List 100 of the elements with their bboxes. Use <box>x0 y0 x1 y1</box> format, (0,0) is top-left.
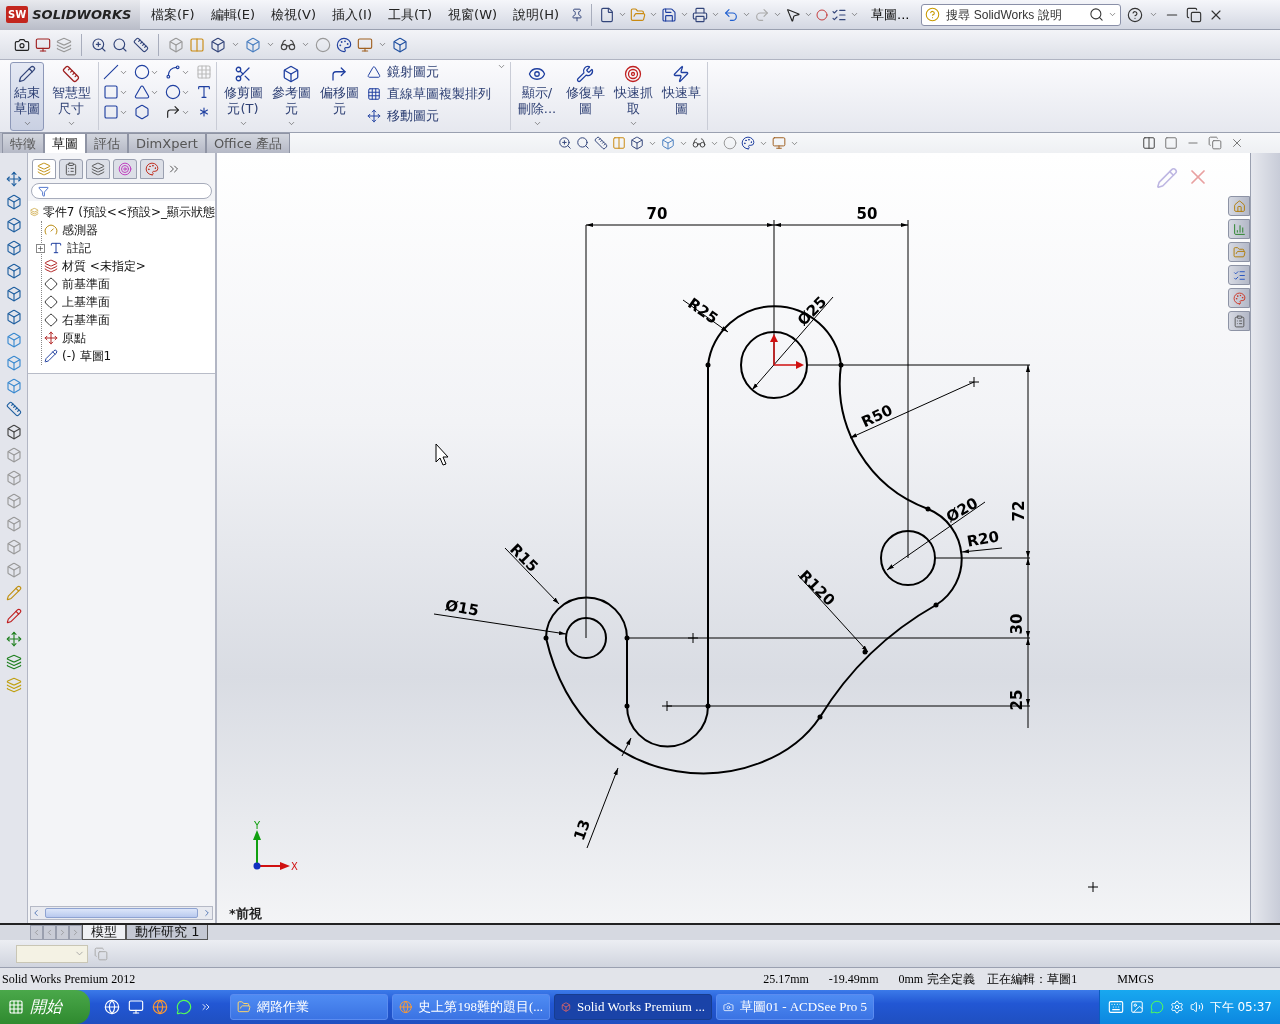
dimension-label[interactable]: R50 <box>858 401 896 431</box>
dimension-label[interactable]: 70 <box>646 205 668 223</box>
ribbon-command[interactable]: 鏡射圖元 <box>365 62 493 82</box>
camera-icon[interactable] <box>14 36 30 53</box>
view-settings-icon[interactable] <box>357 36 373 53</box>
offset-icon[interactable] <box>330 65 348 83</box>
caret-icon[interactable] <box>742 10 752 19</box>
redo-icon[interactable] <box>754 6 771 23</box>
glasses-icon[interactable] <box>692 136 706 150</box>
fillet-icon[interactable] <box>165 104 181 120</box>
zoom-area-icon[interactable] <box>112 36 128 53</box>
dimension-icon[interactable] <box>62 65 80 83</box>
menu-item[interactable]: 檢視(V) <box>266 3 322 26</box>
view-settings-icon[interactable] <box>772 136 786 150</box>
configuration-tab[interactable] <box>86 159 110 179</box>
caret-icon[interactable] <box>301 40 310 49</box>
dimension-label[interactable]: 72 <box>1010 500 1028 522</box>
tray-icon[interactable] <box>1169 1000 1184 1014</box>
more-icon[interactable] <box>200 1001 212 1013</box>
split-view-icon[interactable] <box>1142 136 1156 150</box>
taskbar-button[interactable]: 史上第198難的題目(... <box>392 994 550 1020</box>
print-icon[interactable] <box>692 6 709 23</box>
taskbar-button[interactable]: 網路作業 <box>230 994 388 1020</box>
volume-icon[interactable] <box>1189 1000 1204 1014</box>
undo-icon[interactable] <box>723 6 740 23</box>
tree-item[interactable]: 上基準面 <box>62 293 110 311</box>
tray-icon[interactable] <box>1129 1000 1144 1014</box>
ellipse-icon[interactable] <box>165 84 181 100</box>
browser-icon[interactable] <box>152 999 168 1015</box>
caret-icon[interactable] <box>1149 10 1159 19</box>
ribbon-button[interactable]: 偏移圖元 <box>317 62 361 120</box>
mirror-icon[interactable] <box>367 65 381 79</box>
ribbon-button[interactable]: 修剪圖元(T) <box>221 62 265 131</box>
display-style-icon[interactable] <box>245 36 261 53</box>
search-field[interactable]: 搜尋 SolidWorks 說明 <box>944 6 1086 23</box>
spline-icon[interactable] <box>165 64 181 80</box>
chat-icon[interactable] <box>1149 1000 1164 1014</box>
taskbar-button[interactable]: Solid Works Premium ... <box>554 994 712 1020</box>
caret-icon[interactable] <box>850 10 860 19</box>
help-icon[interactable] <box>1127 6 1144 23</box>
taskbar-button[interactable]: 草圖01 - ACDSee Pro 5 <box>716 994 874 1020</box>
tree-item[interactable]: 材質 <未指定> <box>62 257 146 275</box>
menu-item[interactable]: 說明(H) <box>508 3 565 26</box>
ribbon-command[interactable]: 直線草圖複製排列 <box>365 84 493 104</box>
view-cube-icon[interactable] <box>5 217 22 233</box>
filter-field[interactable] <box>31 183 212 199</box>
ribbon-button[interactable]: 智慧型尺寸 <box>48 62 94 131</box>
expand-icon[interactable] <box>167 162 181 176</box>
zoom-icon[interactable] <box>91 36 107 53</box>
caret-icon[interactable] <box>649 10 659 19</box>
caret-icon[interactable] <box>497 62 506 71</box>
cube-icon[interactable] <box>392 36 408 53</box>
menu-item[interactable]: 編輯(E) <box>205 3 260 26</box>
caret-icon[interactable] <box>238 119 248 128</box>
section-view-icon[interactable] <box>168 36 184 53</box>
menu-item[interactable]: 檔案(F) <box>146 3 200 26</box>
dimension-label[interactable]: 25 <box>1008 689 1026 711</box>
snap-icon[interactable] <box>624 65 642 83</box>
command-tab[interactable]: DimXpert <box>128 133 206 153</box>
tree-item[interactable]: 原點 <box>62 329 86 347</box>
dimension-label[interactable]: 50 <box>856 205 878 223</box>
caret-icon[interactable] <box>618 10 628 19</box>
target-icon[interactable] <box>118 162 132 176</box>
tree-item[interactable]: 註記 <box>67 239 91 257</box>
single-view-icon[interactable] <box>1164 136 1178 150</box>
view-orientation-icon[interactable] <box>630 136 644 150</box>
dimension-label[interactable]: 13 <box>569 817 595 843</box>
display-relations-icon[interactable] <box>528 65 546 83</box>
ribbon-button[interactable]: 結束草圖 <box>10 62 44 131</box>
zoom-icon[interactable] <box>558 136 572 150</box>
pattern-icon[interactable] <box>367 87 381 101</box>
caret-icon[interactable] <box>532 119 542 128</box>
text-icon[interactable] <box>196 84 212 100</box>
ribbon-button[interactable]: 修復草圖 <box>563 62 607 120</box>
new-file-icon[interactable] <box>599 6 616 23</box>
command-tab[interactable]: 評估 <box>86 133 128 153</box>
repair-icon[interactable] <box>576 65 594 83</box>
caret-icon[interactable] <box>804 10 814 19</box>
property-icon[interactable] <box>64 162 78 176</box>
caret-icon[interactable] <box>286 119 296 128</box>
scene-icon[interactable] <box>741 136 755 150</box>
tree-item[interactable]: 感測器 <box>62 221 98 239</box>
dimxpert-tab[interactable] <box>113 159 137 179</box>
polygon-icon[interactable] <box>134 104 150 120</box>
view-cube-icon[interactable] <box>5 424 22 440</box>
feature-tree-icon[interactable] <box>37 162 51 176</box>
dimension-label[interactable]: 30 <box>1008 613 1026 635</box>
view-cube-icon[interactable] <box>5 240 22 256</box>
document-tab[interactable]: 動作研究 1 <box>126 925 209 940</box>
record-icon[interactable] <box>35 36 51 53</box>
windows-logo-icon[interactable] <box>8 999 24 1015</box>
normal-to-icon[interactable] <box>5 171 22 187</box>
chat-icon[interactable] <box>176 999 192 1015</box>
dimension-label[interactable]: R20 <box>965 527 1001 551</box>
ribbon-command[interactable]: 移動圖元 <box>365 106 493 126</box>
dimension-label[interactable]: Ø20 <box>942 493 982 527</box>
restore-icon[interactable] <box>1186 6 1203 23</box>
caret-icon[interactable] <box>773 10 783 19</box>
repair-icon[interactable] <box>5 608 22 624</box>
caret-icon[interactable] <box>22 119 32 128</box>
